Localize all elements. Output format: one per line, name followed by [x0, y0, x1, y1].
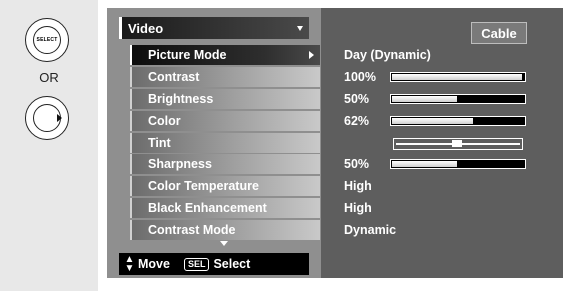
select-label: Select: [213, 257, 251, 271]
menu-item-label: Black Enhancement: [148, 201, 267, 215]
dropdown-arrow-icon: [297, 26, 303, 31]
submenu-arrow-icon: [309, 51, 314, 59]
menu-item-label: Tint: [148, 136, 171, 150]
scroll-down-icon: [220, 241, 228, 246]
remote-key-panel: SELECT OR: [0, 0, 98, 291]
brightness-value: 50%: [344, 92, 370, 106]
menu-item-brightness[interactable]: Brightness: [130, 89, 320, 109]
right-arrow-button[interactable]: [25, 96, 69, 140]
up-down-arrow-icon: ▲ ▼: [124, 254, 135, 274]
picture-mode-value: Day (Dynamic): [344, 48, 431, 62]
menu-item-label: Picture Mode: [148, 48, 227, 62]
menu-item-picture-mode[interactable]: Picture Mode: [130, 45, 320, 65]
sel-key-icon: SEL: [183, 257, 210, 271]
menu-item-sharpness[interactable]: Sharpness: [130, 154, 320, 174]
tint-slider-knob: [452, 140, 462, 147]
right-arrow-icon: [57, 114, 62, 122]
menu-item-label: Contrast: [148, 70, 200, 84]
menu-item-label: Color: [148, 114, 181, 128]
menu-item-label: Color Temperature: [148, 179, 259, 193]
contrast-mode-value: Dynamic: [344, 223, 397, 237]
menu-item-black-enhancement[interactable]: Black Enhancement: [130, 198, 320, 218]
color-temperature-value: High: [344, 179, 372, 193]
contrast-slider-fill: [392, 74, 522, 80]
menu-item-tint[interactable]: Tint: [130, 133, 320, 153]
brightness-slider-fill: [392, 96, 457, 102]
help-bar: ▲ ▼ Move SEL Select: [119, 253, 309, 275]
select-button-inner: SELECT: [33, 26, 61, 54]
select-button-label: SELECT: [36, 37, 58, 43]
tv-menu-screen: Video Cable Picture Mode Contrast Bright…: [107, 8, 563, 278]
brightness-slider[interactable]: [390, 94, 526, 104]
color-value: 62%: [344, 114, 370, 128]
color-slider[interactable]: [390, 116, 526, 126]
menu-item-color-temperature[interactable]: Color Temperature: [130, 176, 320, 196]
sharpness-value: 50%: [344, 157, 370, 171]
select-button[interactable]: SELECT: [25, 18, 69, 62]
contrast-value: 100%: [344, 70, 376, 84]
menu-item-label: Sharpness: [148, 157, 212, 171]
sharpness-slider-fill: [392, 161, 457, 167]
black-enhancement-value: High: [344, 201, 372, 215]
move-label: Move: [138, 257, 170, 271]
menu-title: Video: [128, 20, 164, 36]
color-slider-fill: [392, 118, 473, 124]
menu-item-color[interactable]: Color: [130, 111, 320, 131]
menu-item-label: Contrast Mode: [148, 223, 236, 237]
sharpness-slider[interactable]: [390, 159, 526, 169]
input-source-badge: Cable: [471, 22, 527, 44]
menu-item-label: Brightness: [148, 92, 214, 106]
menu-item-contrast-mode[interactable]: Contrast Mode: [130, 220, 320, 240]
or-label: OR: [39, 70, 59, 85]
menu-item-contrast[interactable]: Contrast: [130, 67, 320, 87]
tint-slider[interactable]: [393, 138, 523, 150]
menu-header[interactable]: Video: [119, 17, 309, 39]
contrast-slider[interactable]: [390, 72, 526, 82]
